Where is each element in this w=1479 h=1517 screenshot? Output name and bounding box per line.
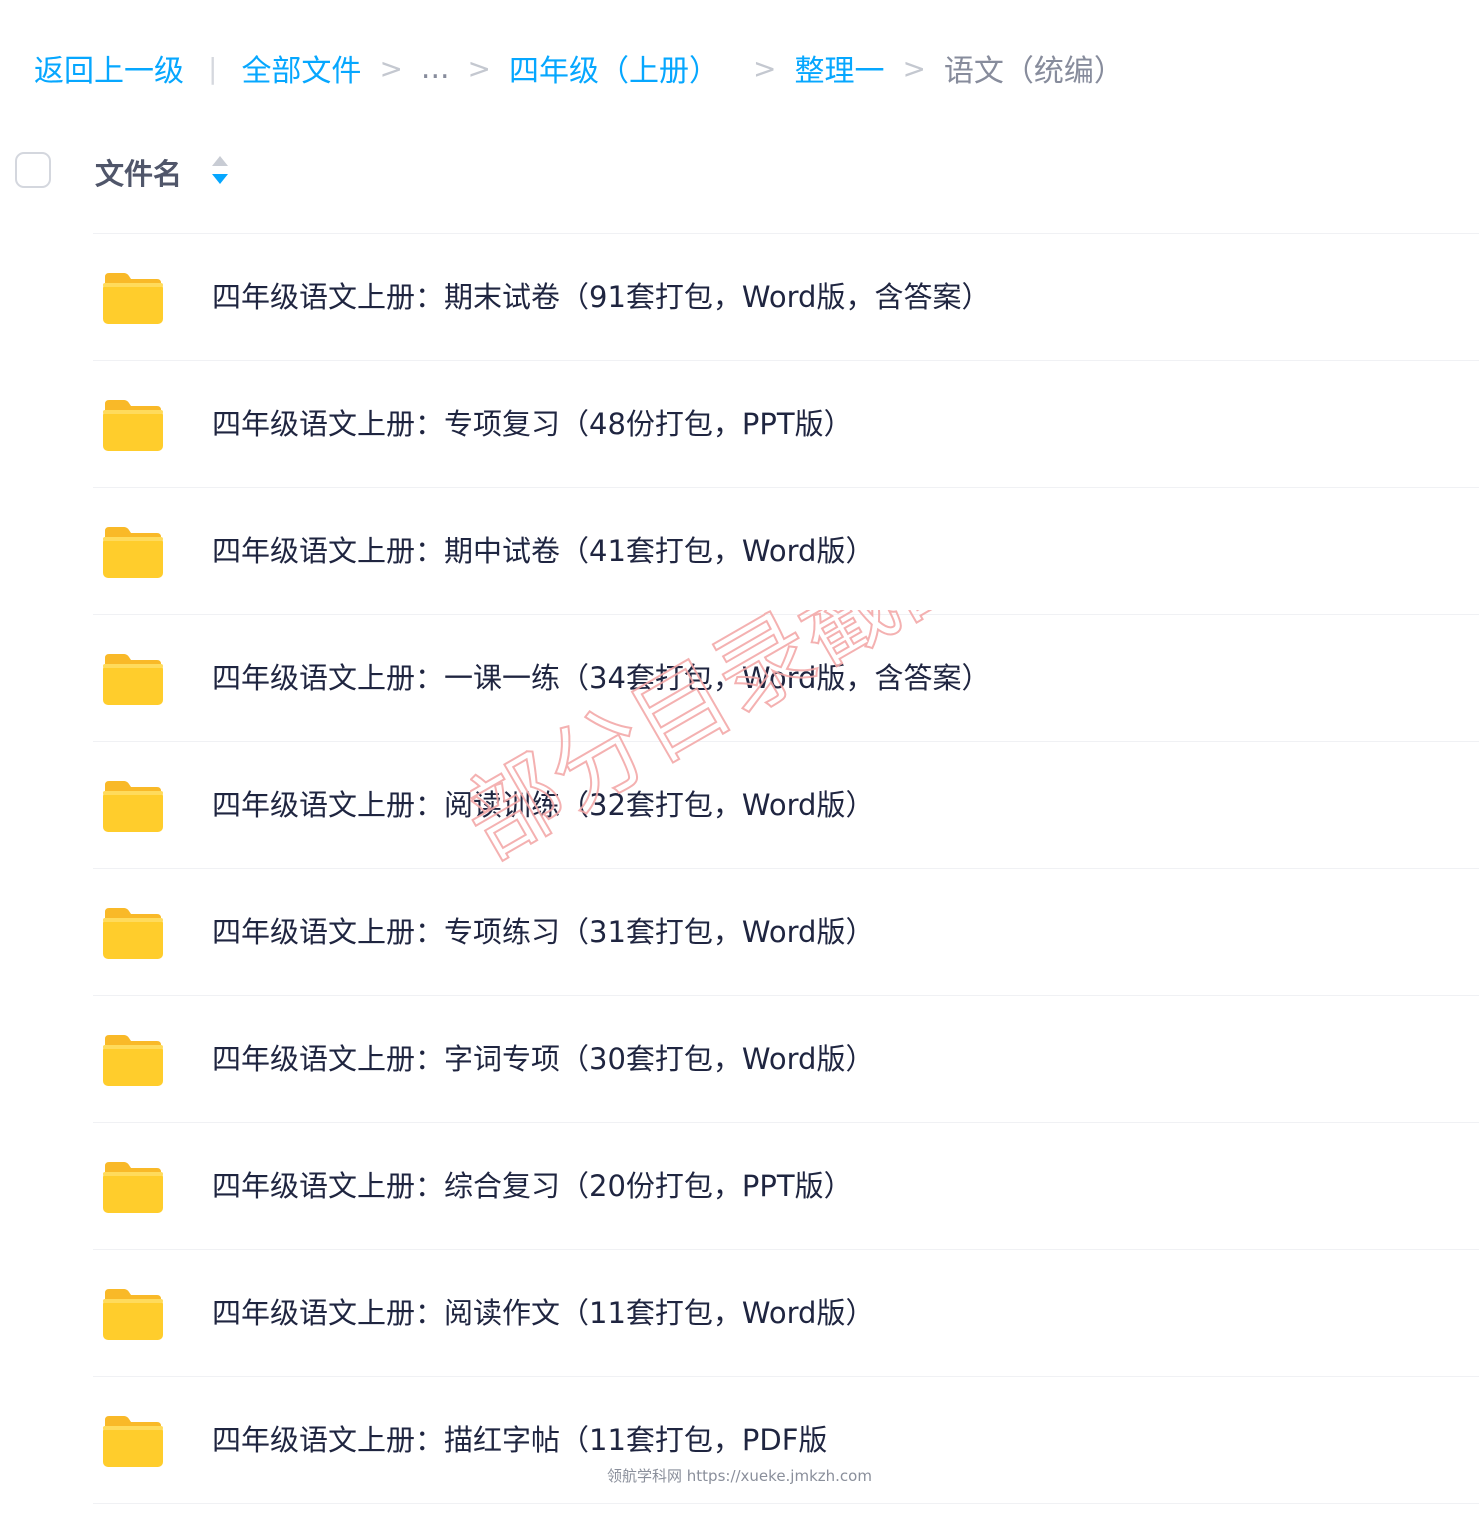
breadcrumb-separator: >: [752, 51, 777, 85]
select-all-checkbox[interactable]: [15, 152, 51, 188]
file-row[interactable]: 四年级语文上册：专项复习（48份打包，PPT版）: [93, 361, 1479, 488]
file-row[interactable]: 四年级语文上册：阅读训练（32套打包，Word版）: [93, 742, 1479, 869]
file-row[interactable]: 四年级语文上册：阅读作文（11套打包，Word版）: [93, 1250, 1479, 1377]
breadcrumb-level1[interactable]: 四年级（上册）: [509, 46, 719, 90]
list-header: 文件名: [0, 140, 1479, 204]
file-name[interactable]: 四年级语文上册：字词专项（30套打包，Word版）: [212, 1040, 874, 1078]
file-row[interactable]: 四年级语文上册：专项练习（31套打包，Word版）: [93, 869, 1479, 996]
column-header-filename[interactable]: 文件名: [95, 151, 182, 193]
breadcrumb-divider: |: [208, 51, 218, 85]
folder-icon: [103, 1416, 163, 1467]
breadcrumb-root[interactable]: 全部文件: [241, 46, 361, 90]
file-row[interactable]: 四年级语文上册：期中试卷（41套打包，Word版）: [93, 488, 1479, 615]
file-row[interactable]: 四年级语文上册：一课一练（34套打包，Word版，含答案）: [93, 615, 1479, 742]
back-link[interactable]: 返回上一级: [34, 46, 184, 90]
breadcrumb-separator: >: [902, 51, 926, 85]
file-name[interactable]: 四年级语文上册：阅读训练（32套打包，Word版）: [212, 786, 874, 824]
file-name[interactable]: 四年级语文上册：综合复习（20份打包，PPT版）: [212, 1167, 853, 1205]
breadcrumb-current: 语文（统编）: [943, 54, 1124, 89]
file-name[interactable]: 四年级语文上册：描红字帖（11套打包，PDF版: [212, 1421, 827, 1459]
folder-icon: [103, 1035, 163, 1086]
file-name[interactable]: 四年级语文上册：期末试卷（91套打包，Word版，含答案）: [212, 278, 990, 316]
breadcrumb-level2[interactable]: 整理一: [794, 46, 884, 90]
folder-icon: [103, 654, 163, 705]
breadcrumb-ellipsis[interactable]: ...: [421, 51, 450, 86]
folder-icon: [103, 1289, 163, 1340]
file-name[interactable]: 四年级语文上册：专项练习（31套打包，Word版）: [212, 913, 874, 951]
folder-icon: [103, 1162, 163, 1213]
folder-icon: [103, 908, 163, 959]
folder-icon: [103, 273, 163, 324]
footer-url: 领航学科网 https://xueke.jmkzh.com: [607, 1467, 872, 1485]
folder-icon: [103, 527, 163, 578]
folder-icon: [103, 400, 163, 451]
file-row[interactable]: 四年级语文上册：字词专项（30套打包，Word版）: [93, 996, 1479, 1123]
file-row[interactable]: 四年级语文上册：期末试卷（91套打包，Word版，含答案）: [93, 234, 1479, 361]
file-name[interactable]: 四年级语文上册：阅读作文（11套打包，Word版）: [212, 1294, 874, 1332]
file-name[interactable]: 四年级语文上册：期中试卷（41套打包，Word版）: [212, 532, 874, 570]
file-name[interactable]: 四年级语文上册：一课一练（34套打包，Word版，含答案）: [212, 659, 990, 697]
breadcrumb: 返回上一级 | 全部文件 > ... > 四年级（上册） > 整理一 > 语文（…: [34, 46, 1124, 90]
folder-icon: [103, 781, 163, 832]
sort-icon[interactable]: [209, 154, 231, 186]
file-row[interactable]: 四年级语文上册：综合复习（20份打包，PPT版）: [93, 1123, 1479, 1250]
file-name[interactable]: 四年级语文上册：专项复习（48份打包，PPT版）: [212, 405, 853, 443]
file-list: 四年级语文上册：期末试卷（91套打包，Word版，含答案） 四年级语文上册：专项复…: [93, 233, 1479, 1504]
breadcrumb-separator: >: [379, 51, 403, 85]
breadcrumb-separator: >: [467, 51, 491, 85]
